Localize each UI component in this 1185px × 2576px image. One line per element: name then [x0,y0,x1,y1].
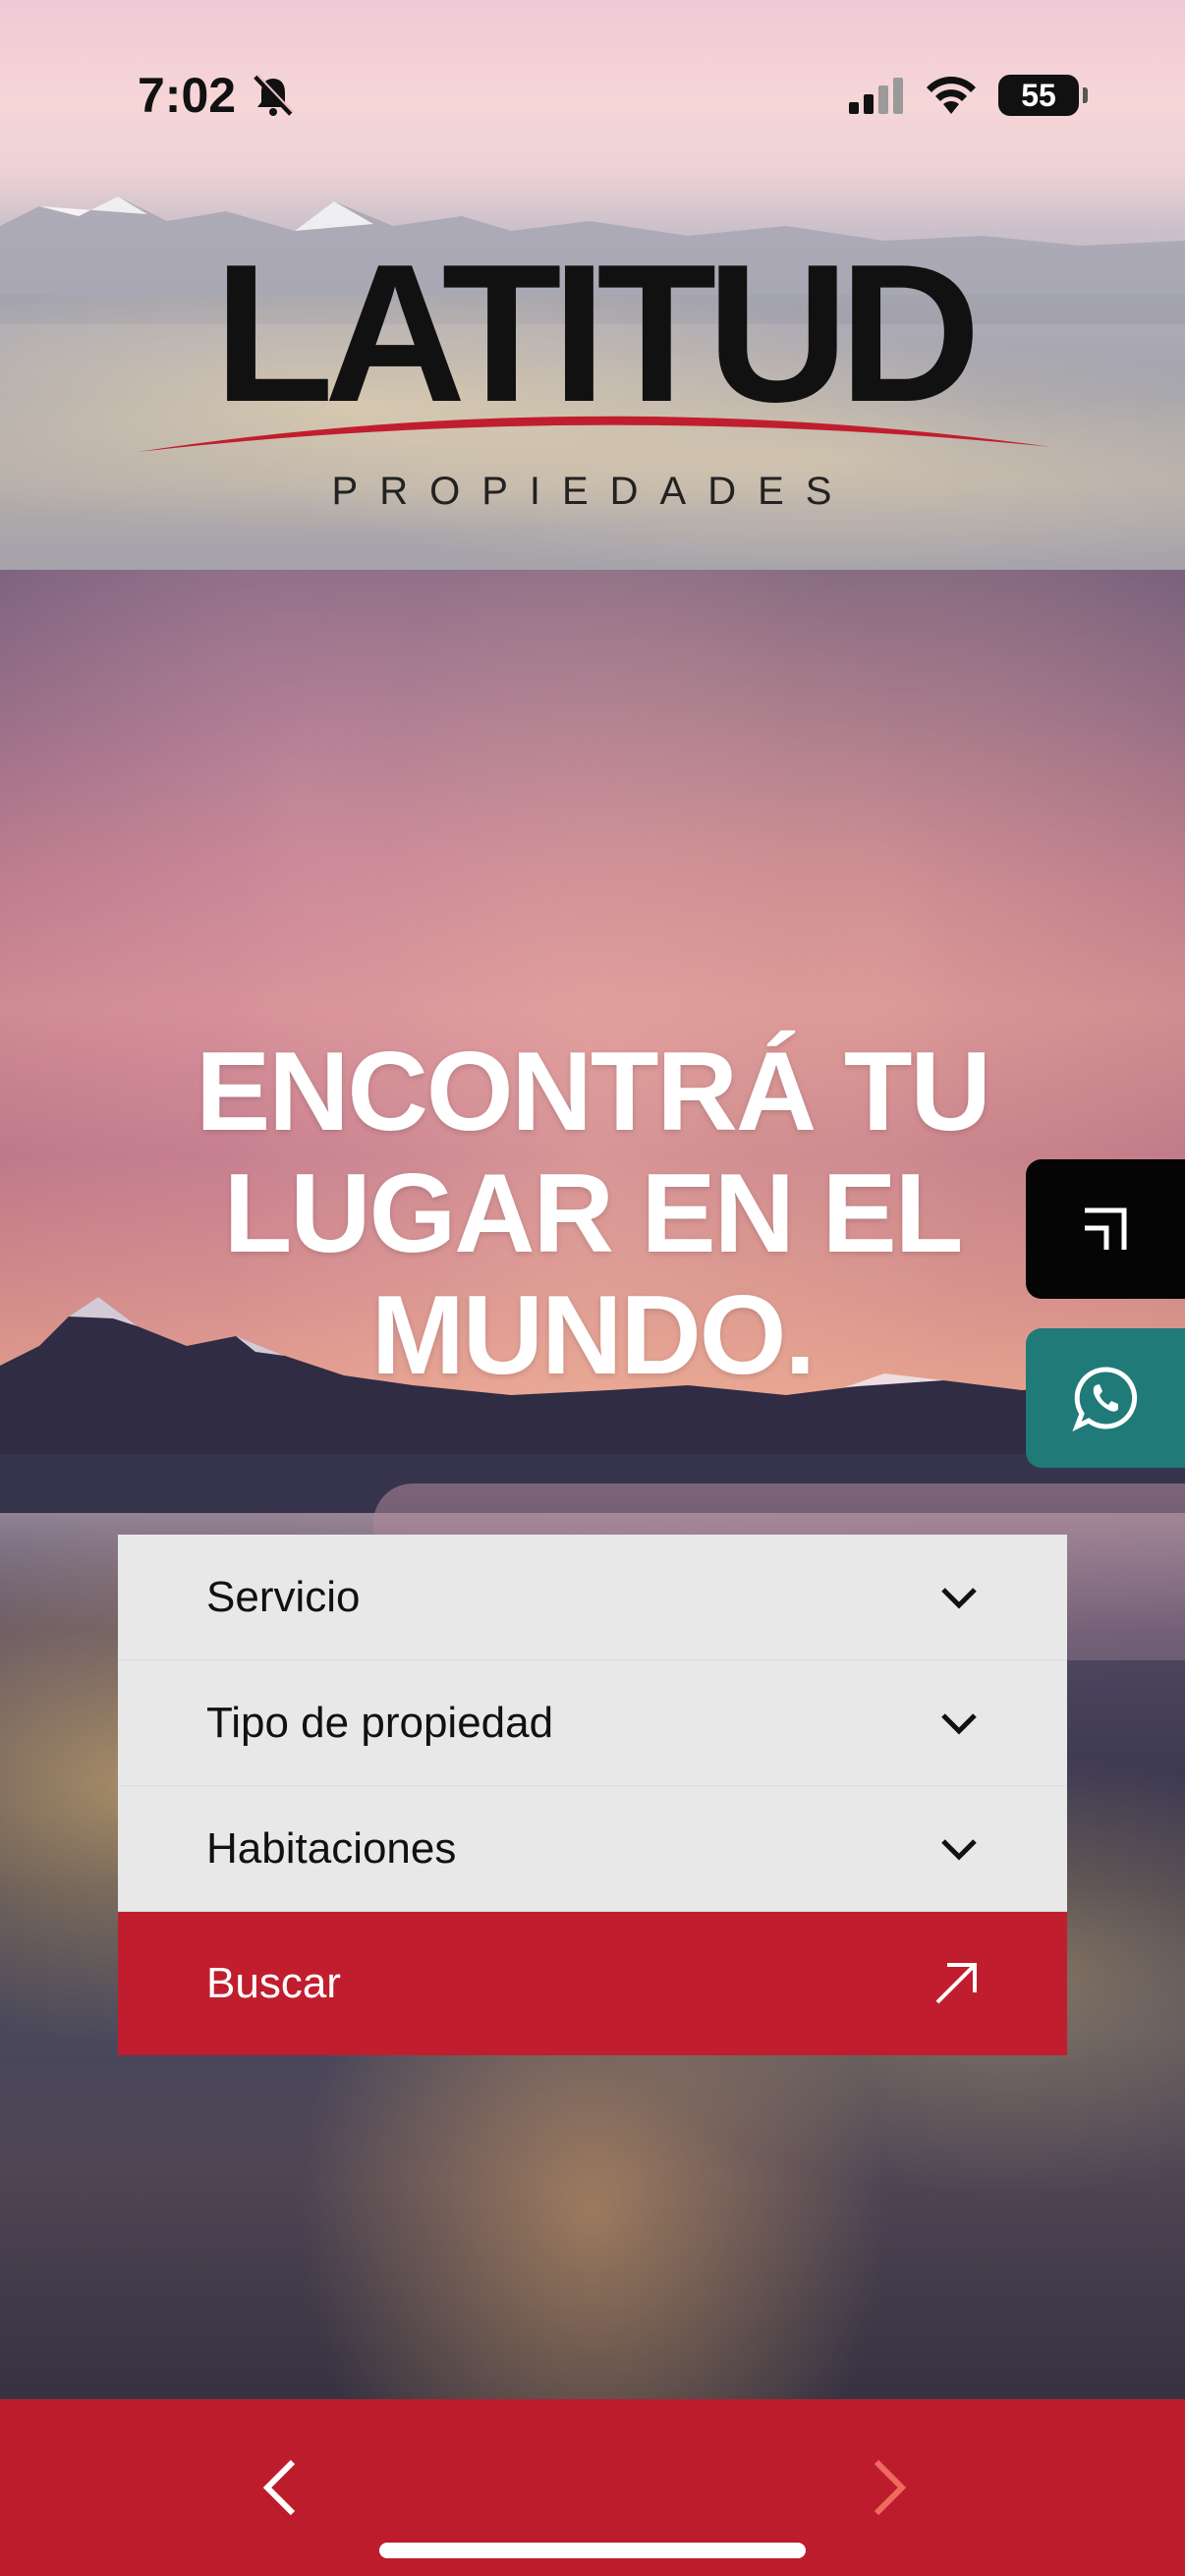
property-type-select[interactable]: Tipo de propiedad [118,1660,1067,1786]
forward-arrow-icon[interactable] [865,2458,914,2517]
search-button-label: Buscar [206,1959,341,2007]
search-button[interactable]: Buscar [118,1912,1067,2055]
service-select[interactable]: Servicio [118,1535,1067,1660]
side-arrow-button[interactable] [1026,1159,1185,1299]
hero-section: ENCONTRÁ TU LUGAR EN EL MUNDO. [0,570,1185,2399]
site-logo[interactable]: LATITUD PROPIEDADES [0,236,1185,531]
rooms-select-label: Habitaciones [206,1824,457,1873]
rooms-select[interactable]: Habitaciones [118,1786,1067,1912]
hero-title-line: ENCONTRÁ TU [196,1030,991,1154]
browser-bottom-bar [0,2399,1185,2576]
property-type-select-label: Tipo de propiedad [206,1699,554,1747]
signal-icon [849,78,903,114]
status-bar: 7:02 55 [0,0,1185,147]
whatsapp-icon [1072,1367,1138,1432]
bell-slash-icon [254,74,294,116]
property-search-form: Servicio Tipo de propiedad Habitaciones … [118,1535,1067,2055]
hero-title-line: LUGAR EN EL [223,1151,964,1276]
back-arrow-icon[interactable] [255,2458,305,2517]
chevron-down-icon [941,1713,977,1735]
chevron-down-icon [941,1839,977,1861]
logo-swoosh [138,416,1051,452]
hero-title: ENCONTRÁ TU LUGAR EN EL MUNDO. [0,1032,1185,1397]
service-select-label: Servicio [206,1573,361,1621]
wifi-icon [927,77,976,114]
logo-subtitle: PROPIEDADES [331,470,854,513]
home-indicator[interactable] [379,2543,806,2558]
chevron-down-icon [941,1588,977,1609]
corner-arrow-icon [1085,1207,1127,1250]
hero-title-line: MUNDO. [370,1273,816,1398]
whatsapp-button[interactable] [1026,1328,1185,1468]
arrow-up-right-icon [935,1963,977,2004]
status-time: 7:02 [138,68,237,123]
battery-icon: 55 [998,75,1088,116]
